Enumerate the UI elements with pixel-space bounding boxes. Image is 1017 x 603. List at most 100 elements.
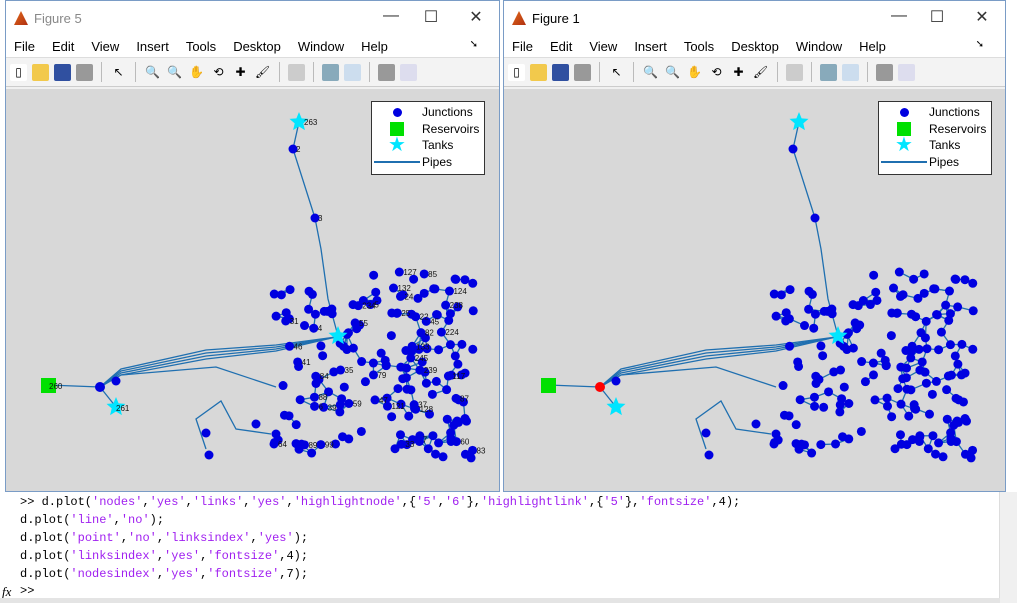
- colorbar-icon[interactable]: [820, 63, 837, 81]
- close-button[interactable]: ✕: [461, 7, 491, 27]
- network-plot[interactable]: Junctions Reservoirs ★ Tanks Pipes: [504, 89, 1005, 491]
- menu-tools[interactable]: Tools: [186, 39, 216, 54]
- menu-view[interactable]: View: [91, 39, 119, 54]
- junction-node: [338, 432, 348, 442]
- menu-desktop[interactable]: Desktop: [233, 39, 281, 54]
- hide-plot-tools-icon[interactable]: [876, 63, 893, 81]
- junction-node: [960, 368, 970, 378]
- node-label: 261: [116, 404, 130, 413]
- junction-node: [446, 436, 456, 446]
- zoom-out-icon[interactable]: 🔍: [664, 64, 681, 81]
- junction-node: [876, 348, 886, 358]
- junction-node: [460, 414, 470, 424]
- junction-node: [251, 419, 261, 429]
- colorbar-icon[interactable]: [322, 63, 339, 81]
- legend-icon[interactable]: [842, 63, 859, 81]
- menu-window[interactable]: Window: [796, 39, 842, 54]
- command-window[interactable]: >> d.plot('nodes','yes','links','yes','h…: [0, 492, 1000, 603]
- junction-node: [771, 311, 781, 321]
- horizontal-scrollbar[interactable]: [0, 598, 1000, 603]
- node-label: 41: [302, 358, 311, 367]
- show-plot-tools-icon[interactable]: [400, 63, 417, 81]
- menu-help[interactable]: Help: [859, 39, 886, 54]
- close-button[interactable]: ✕: [967, 7, 997, 27]
- dock-icon[interactable]: ➘: [976, 39, 984, 50]
- junction-node: [928, 431, 938, 441]
- menu-insert[interactable]: Insert: [634, 39, 667, 54]
- pointer-icon[interactable]: ↖: [110, 64, 127, 81]
- node-label: 245: [415, 354, 429, 363]
- junction-node: [369, 270, 379, 280]
- menu-help[interactable]: Help: [361, 39, 388, 54]
- zoom-in-icon[interactable]: 🔍: [144, 64, 161, 81]
- node-label: 89: [308, 441, 317, 450]
- menu-insert[interactable]: Insert: [136, 39, 169, 54]
- new-file-icon[interactable]: ▯: [10, 63, 27, 81]
- junction-node: [404, 411, 414, 421]
- junction-node: [793, 357, 803, 367]
- junction-node: [457, 339, 467, 349]
- legend[interactable]: Junctions Reservoirs ★ Tanks Pipes: [878, 101, 992, 175]
- minimize-button[interactable]: —: [884, 7, 914, 25]
- save-icon[interactable]: [54, 63, 71, 81]
- menu-window[interactable]: Window: [298, 39, 344, 54]
- maximize-button[interactable]: ☐: [922, 7, 952, 27]
- junction-node: [285, 285, 295, 295]
- junction-node: [401, 373, 411, 383]
- legend-tanks: ★ Tanks: [879, 135, 991, 155]
- rotate-icon[interactable]: ⟲: [210, 64, 227, 81]
- show-plot-tools-icon[interactable]: [898, 63, 915, 81]
- toolbar: ▯ ↖ 🔍 🔍 ✋ ⟲ ✚ 🖌: [504, 57, 1005, 87]
- pan-icon[interactable]: ✋: [188, 64, 205, 81]
- title-bar[interactable]: Figure 1 — ☐ ✕: [504, 1, 1005, 35]
- data-cursor-icon[interactable]: ✚: [730, 64, 747, 81]
- toolbar-separator: [313, 62, 314, 82]
- junction-node: [887, 308, 897, 318]
- data-cursor-icon[interactable]: ✚: [232, 64, 249, 81]
- minimize-button[interactable]: —: [376, 7, 406, 25]
- print-icon[interactable]: [76, 63, 93, 81]
- brush-icon[interactable]: 🖌: [254, 64, 271, 81]
- hide-plot-tools-icon[interactable]: [378, 63, 395, 81]
- open-folder-icon[interactable]: [530, 63, 547, 81]
- menu-view[interactable]: View: [589, 39, 617, 54]
- menu-edit[interactable]: Edit: [550, 39, 572, 54]
- title-bar[interactable]: Figure 5 — ☐ ✕: [6, 1, 499, 35]
- junction-node: [804, 304, 814, 314]
- rotate-icon[interactable]: ⟲: [708, 64, 725, 81]
- menu-file[interactable]: File: [14, 39, 35, 54]
- link-icon[interactable]: [786, 63, 803, 81]
- legend[interactable]: Junctions Reservoirs ★ Tanks Pipes: [371, 101, 485, 175]
- command-prompt[interactable]: >>: [20, 584, 34, 598]
- junction-node: [920, 333, 930, 343]
- junction-node: [924, 409, 934, 419]
- figure-1-window[interactable]: Figure 1 — ☐ ✕ File Edit View Insert Tools De…: [503, 0, 1006, 492]
- figure-5-window[interactable]: Figure 5 — ☐ ✕ File Edit View Insert Tools De…: [5, 0, 500, 492]
- maximize-button[interactable]: ☐: [416, 7, 446, 27]
- toolbar-separator: [369, 62, 370, 82]
- open-folder-icon[interactable]: [32, 63, 49, 81]
- link-icon[interactable]: [288, 63, 305, 81]
- pointer-icon[interactable]: ↖: [608, 64, 625, 81]
- new-file-icon[interactable]: ▯: [508, 63, 525, 81]
- menu-edit[interactable]: Edit: [52, 39, 74, 54]
- brush-icon[interactable]: 🖌: [752, 64, 769, 81]
- junction-node: [204, 450, 214, 460]
- junction-node: [893, 384, 903, 394]
- legend-icon[interactable]: [344, 63, 361, 81]
- dock-icon[interactable]: ➘: [470, 39, 478, 50]
- menu-desktop[interactable]: Desktop: [731, 39, 779, 54]
- junction-node: [848, 300, 858, 310]
- save-icon[interactable]: [552, 63, 569, 81]
- menu-tools[interactable]: Tools: [684, 39, 714, 54]
- print-icon[interactable]: [574, 63, 591, 81]
- zoom-out-icon[interactable]: 🔍: [166, 64, 183, 81]
- zoom-in-icon[interactable]: 🔍: [642, 64, 659, 81]
- command-scrollbar[interactable]: [999, 492, 1017, 603]
- pan-icon[interactable]: ✋: [686, 64, 703, 81]
- junction-node: [329, 367, 339, 377]
- junction-node: [769, 289, 779, 299]
- junctions-symbol-icon: [879, 107, 929, 117]
- network-plot[interactable]: 263 2 3 260 261 64 59 60 31 55 47 46 45 41 84 83 82 79 85 8…: [6, 89, 499, 491]
- menu-file[interactable]: File: [512, 39, 533, 54]
